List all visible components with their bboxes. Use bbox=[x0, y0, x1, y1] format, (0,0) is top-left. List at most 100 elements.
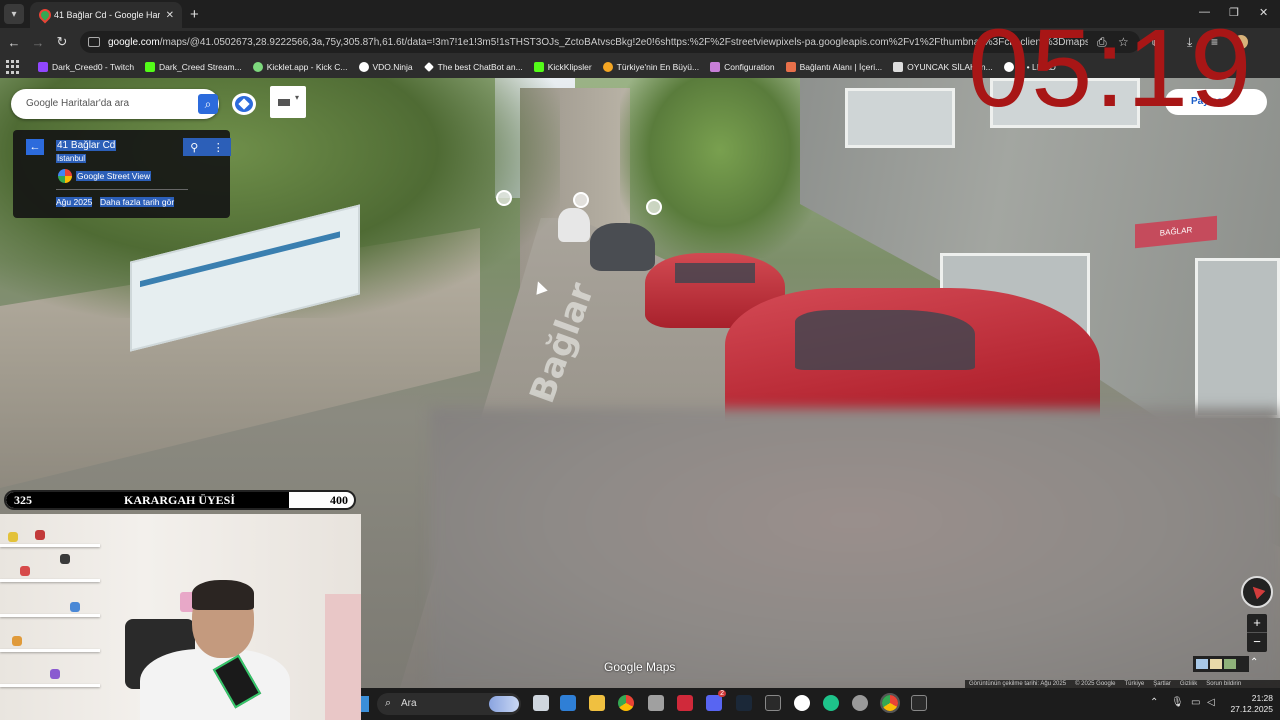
close-window-button[interactable]: ✕ bbox=[1259, 6, 1268, 19]
site-icon bbox=[893, 62, 904, 72]
forward-button[interactable]: → bbox=[26, 35, 50, 50]
more-dates-link[interactable]: Daha fazla tarih gör bbox=[100, 197, 175, 207]
bookmark-twitch[interactable]: Dark_Creed0 - Twitch bbox=[38, 62, 134, 72]
tab-google-maps[interactable]: 41 Bağlar Cd - Google Haritalar ✕ bbox=[30, 2, 182, 28]
epic-games-icon[interactable] bbox=[765, 695, 781, 711]
place-title[interactable]: 41 Bağlar Cd bbox=[56, 140, 117, 151]
twitch-icon bbox=[38, 62, 48, 72]
car-window bbox=[675, 263, 755, 283]
layers-thumbnails[interactable] bbox=[1193, 656, 1249, 672]
street-view-pin-icon[interactable] bbox=[646, 199, 662, 215]
new-tab-button[interactable]: + bbox=[190, 6, 199, 23]
street-view-pin-icon[interactable] bbox=[496, 190, 512, 206]
google-maps-logo: Google Maps bbox=[604, 660, 676, 674]
layer-thumbnail[interactable] bbox=[1224, 659, 1236, 669]
compass-icon[interactable] bbox=[1241, 576, 1273, 608]
shelf bbox=[0, 579, 100, 582]
maps-search-box[interactable]: Google Haritalar'da ara bbox=[11, 89, 219, 119]
bookmark-kick-stream[interactable]: Dark_Creed Stream... bbox=[145, 62, 242, 72]
report-link[interactable]: Sorun bildirin bbox=[1206, 680, 1241, 688]
bookmark-configuration[interactable]: Configuration bbox=[710, 62, 775, 72]
apps-grid-icon[interactable] bbox=[6, 60, 20, 74]
layer-thumbnail[interactable] bbox=[1196, 659, 1208, 669]
tab-search-button[interactable]: ▾ bbox=[4, 4, 24, 24]
imagery-source: Google Street View bbox=[58, 169, 152, 183]
site-icon bbox=[785, 62, 796, 72]
layer-thumbnail[interactable] bbox=[1210, 659, 1222, 669]
car-window bbox=[795, 310, 975, 370]
taskbar-search-placeholder: Ara bbox=[401, 698, 417, 709]
chatbot-icon bbox=[423, 62, 434, 72]
bookmark-baglanti[interactable]: Bağlantı Alanı | İçeri... bbox=[785, 62, 882, 72]
imagery-date: Görüntünün çekilme tarihi: Ağu 2025 bbox=[969, 681, 1067, 687]
back-arrow-icon[interactable]: ← bbox=[26, 139, 44, 155]
tree-middle bbox=[620, 78, 820, 258]
chrome-active-icon[interactable] bbox=[880, 693, 900, 713]
start-button[interactable] bbox=[361, 696, 369, 712]
url-host: google.com bbox=[108, 36, 160, 48]
progress-current: 325 bbox=[14, 493, 32, 507]
chrome-icon[interactable] bbox=[618, 695, 634, 711]
location-pin-icon[interactable]: ⚲ bbox=[190, 141, 198, 154]
place-city: İstanbul bbox=[56, 154, 87, 163]
progress-title: KARARGAH ÜYESİ bbox=[124, 493, 236, 507]
task-view-icon[interactable] bbox=[533, 695, 549, 711]
zoom-in-button[interactable]: + bbox=[1247, 614, 1267, 633]
app-icon[interactable] bbox=[852, 695, 868, 711]
zoom-controls: + − bbox=[1247, 614, 1267, 652]
epic-games-icon[interactable] bbox=[911, 695, 927, 711]
app-icon[interactable] bbox=[677, 695, 693, 711]
windows-taskbar: ⌕ Ara 2 ⌃ 🎙 ▭ ◁ 21:28 27.12.2025 bbox=[361, 688, 1280, 720]
search-icon[interactable]: ⌕ bbox=[198, 94, 218, 114]
taskbar-search[interactable]: ⌕ Ara bbox=[377, 693, 521, 715]
divider bbox=[56, 189, 188, 190]
app-icon[interactable] bbox=[823, 695, 839, 711]
kick-icon bbox=[145, 62, 156, 72]
back-button[interactable]: ← bbox=[2, 35, 26, 50]
reload-button[interactable]: ↻ bbox=[50, 34, 74, 50]
parked-car bbox=[558, 208, 590, 242]
file-explorer-icon[interactable] bbox=[589, 695, 605, 711]
building-window bbox=[845, 88, 955, 148]
site-info-icon[interactable] bbox=[88, 37, 100, 47]
discord-icon[interactable]: 2 bbox=[706, 690, 726, 711]
app-icon[interactable] bbox=[648, 695, 664, 711]
bookmark-chatbot[interactable]: The best ChatBot an... bbox=[423, 62, 523, 72]
copyright: © 2025 Google bbox=[1075, 681, 1116, 687]
microphone-icon[interactable]: 🎙 bbox=[1171, 697, 1184, 708]
clock-time: 21:28 bbox=[1251, 693, 1273, 703]
expand-icon[interactable]: ⌃ bbox=[1250, 657, 1258, 668]
site-icon bbox=[602, 62, 613, 72]
bookmark-kickklipsler[interactable]: KickKlipsler bbox=[533, 62, 592, 72]
steam-icon[interactable] bbox=[736, 695, 752, 711]
discord-badge: 2 bbox=[718, 690, 726, 697]
bookmark-label: VDO.Ninja bbox=[372, 62, 413, 72]
show-hidden-icons[interactable]: ⌃ bbox=[1150, 697, 1158, 708]
toy bbox=[8, 532, 18, 542]
place-actions: ⚲ ⋮ bbox=[183, 138, 231, 156]
terms-link[interactable]: Şartlar bbox=[1153, 680, 1171, 688]
privacy-link[interactable]: Gizlilik bbox=[1180, 680, 1197, 688]
store-icon[interactable] bbox=[560, 695, 576, 711]
bookmark-turkiye[interactable]: Türkiye'nin En Büyü... bbox=[602, 62, 699, 72]
directions-icon[interactable] bbox=[232, 93, 256, 115]
input-tools-button[interactable] bbox=[270, 86, 306, 118]
chatgpt-icon[interactable] bbox=[794, 695, 810, 711]
country-link[interactable]: Türkiye bbox=[1125, 680, 1145, 688]
membership-progress-bar: 325 KARARGAH ÜYESİ 400 bbox=[4, 490, 356, 510]
street-view-pin-icon[interactable] bbox=[573, 192, 589, 208]
capture-date[interactable]: Ağu 2025 bbox=[56, 197, 93, 207]
network-icon[interactable]: ▭ bbox=[1191, 697, 1200, 708]
vdo-ninja-icon bbox=[358, 62, 369, 72]
bookmark-vdo-ninja[interactable]: VDO.Ninja bbox=[358, 62, 413, 72]
bookmark-label: Dark_Creed Stream... bbox=[159, 62, 242, 72]
url-text[interactable]: google.com/maps/@41.0502673,28.9222566,3… bbox=[108, 37, 1088, 48]
more-options-icon[interactable]: ⋮ bbox=[213, 141, 224, 154]
search-icon: ⌕ bbox=[385, 697, 392, 709]
system-clock[interactable]: 21:28 27.12.2025 bbox=[1223, 693, 1273, 715]
volume-icon[interactable]: ◁ bbox=[1207, 697, 1215, 708]
pink-curtain bbox=[325, 594, 361, 720]
tab-close-icon[interactable]: ✕ bbox=[166, 10, 174, 21]
zoom-out-button[interactable]: − bbox=[1247, 633, 1267, 651]
bookmark-kicklet[interactable]: Kicklet.app - Kick C... bbox=[252, 62, 348, 72]
